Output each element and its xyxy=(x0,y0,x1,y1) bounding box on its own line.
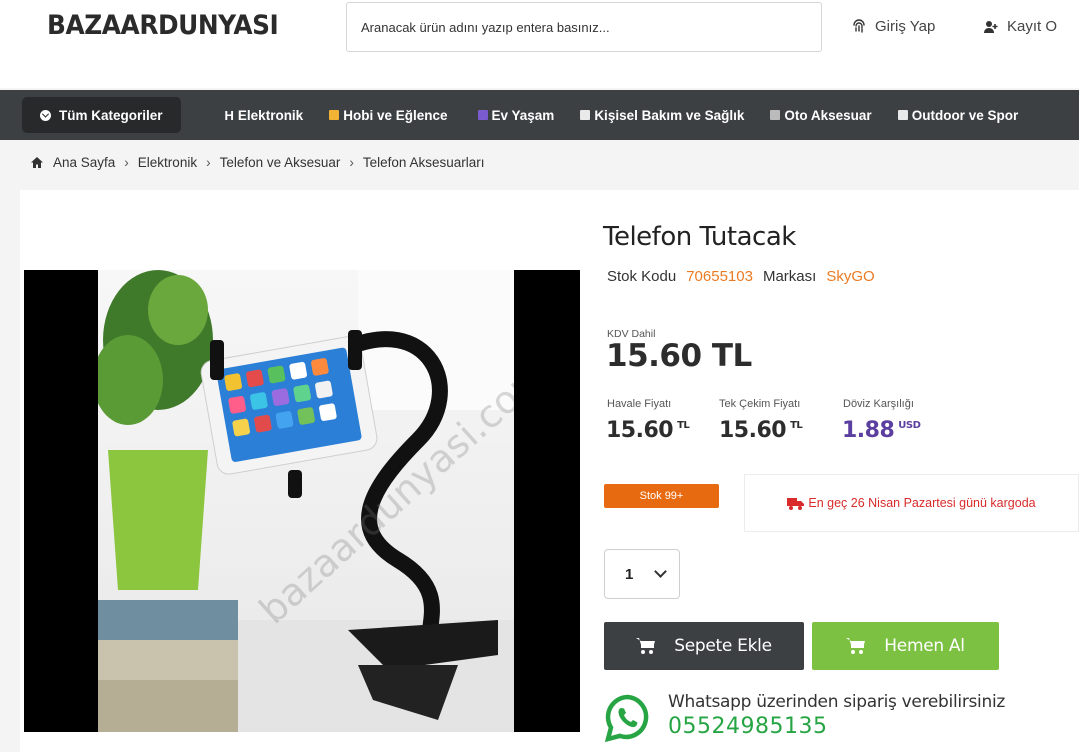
outdoor-icon xyxy=(897,110,908,120)
doviz-value: 1.88 xyxy=(842,418,895,443)
breadcrumb: Ana Sayfa › Elektronik › Telefon ve Akse… xyxy=(30,155,484,170)
breadcrumb-separator: › xyxy=(349,155,354,170)
tek-cekim-unit: TL xyxy=(790,420,803,431)
cargo-info: En geç 26 Nisan Pazartesi günü kargoda xyxy=(744,474,1079,532)
cargo-text: En geç 26 Nisan Pazartesi günü kargoda xyxy=(808,496,1036,510)
breadcrumb-elektronik[interactable]: Elektronik xyxy=(138,155,197,170)
add-to-cart-button[interactable]: Sepete Ekle xyxy=(604,622,804,670)
electronics-icon: H xyxy=(224,107,234,123)
havale-price: 15.60 TL xyxy=(606,418,690,443)
whatsapp-phone[interactable]: 05524985135 xyxy=(668,714,827,739)
nav-item-label: Hobi ve Eğlence xyxy=(343,107,448,123)
product-meta: Stok Kodu 70655103 Markası SkyGO xyxy=(607,268,875,285)
breadcrumb-separator: › xyxy=(124,155,129,170)
nav-item-ev-yasam[interactable]: Ev Yaşam xyxy=(477,107,555,123)
brand-label: Markası xyxy=(762,268,817,285)
brand-value[interactable]: SkyGO xyxy=(826,268,874,285)
product-image[interactable]: bazaardunyasi.com xyxy=(24,270,580,732)
product-title: Telefon Tutacak xyxy=(603,222,796,252)
havale-label: Havale Fiyatı xyxy=(607,398,672,410)
personal-care-icon xyxy=(580,110,591,120)
stock-code-label: Stok Kodu xyxy=(607,268,677,285)
nav-item-label: Elektronik xyxy=(237,107,304,123)
breadcrumb-separator: › xyxy=(206,155,211,170)
havale-value: 15.60 xyxy=(606,418,674,443)
chevron-down-icon xyxy=(654,565,667,578)
cart-icon xyxy=(636,638,656,654)
nav-item-label: Ev Yaşam xyxy=(491,107,555,123)
nav-item-kisisel-bakim[interactable]: Kişisel Bakım ve Sağlık xyxy=(580,108,744,123)
tek-cekim-price: 15.60 TL xyxy=(719,418,803,443)
search-input[interactable] xyxy=(346,2,822,52)
nav-item-hobi[interactable]: Hobi ve Eğlence xyxy=(329,107,448,123)
home-living-icon xyxy=(477,110,488,120)
nav-item-outdoor[interactable]: Outdoor ve Spor xyxy=(897,107,1019,123)
add-to-cart-label: Sepete Ekle xyxy=(674,636,772,656)
buy-now-button[interactable]: Hemen Al xyxy=(812,622,999,670)
nav-item-label: Kişisel Bakım ve Sağlık xyxy=(594,107,745,123)
tek-cekim-value: 15.60 xyxy=(719,418,787,443)
phone-holder-illustration xyxy=(98,270,514,732)
breadcrumb-telefon-aksesuar[interactable]: Telefon ve Aksesuar xyxy=(220,155,341,170)
nav-item-oto-aksesuar[interactable]: Oto Aksesuar xyxy=(770,107,872,123)
hobby-icon xyxy=(329,110,340,120)
register-link[interactable]: Kayıt O xyxy=(983,18,1057,35)
chevron-circle-icon xyxy=(40,109,51,121)
fingerprint-icon xyxy=(853,18,865,33)
all-categories-button[interactable]: Tüm Kategoriler xyxy=(22,97,181,133)
quantity-value: 1 xyxy=(625,565,634,583)
stock-badge: Stok 99+ xyxy=(604,484,719,508)
whatsapp-icon[interactable] xyxy=(604,694,652,742)
site-header: BAZAARDUNYASI Giriş Yap Kayıt O xyxy=(0,0,1079,88)
cart-icon xyxy=(846,638,866,654)
login-label: Giriş Yap xyxy=(875,18,936,35)
doviz-unit: USD xyxy=(898,420,921,431)
quantity-select[interactable]: 1 xyxy=(604,549,680,599)
product-photo: bazaardunyasi.com xyxy=(98,270,514,732)
stock-code-value: 70655103 xyxy=(686,268,753,285)
truck-icon xyxy=(787,497,805,510)
main-price: 15.60 TL xyxy=(606,338,752,374)
login-link[interactable]: Giriş Yap xyxy=(851,18,935,35)
register-label: Kayıt O xyxy=(1007,18,1058,35)
tek-cekim-label: Tek Çekim Fiyatı xyxy=(719,398,801,410)
site-logo[interactable]: BAZAARDUNYASI xyxy=(47,10,279,41)
breadcrumb-home[interactable]: Ana Sayfa xyxy=(53,155,115,170)
nav-item-label: Outdoor ve Spor xyxy=(911,107,1019,123)
whatsapp-text: Whatsapp üzerinden sipariş verebilirsini… xyxy=(668,692,1006,712)
doviz-label: Döviz Karşılığı xyxy=(843,398,914,410)
nav-item-label: Oto Aksesuar xyxy=(784,107,872,123)
buy-now-label: Hemen Al xyxy=(884,636,965,656)
user-plus-icon xyxy=(984,20,998,33)
home-icon xyxy=(31,157,43,168)
car-icon xyxy=(770,110,781,120)
nav-item-elektronik[interactable]: H Elektronik xyxy=(225,108,304,123)
havale-unit: TL xyxy=(677,420,690,431)
doviz-price: 1.88 USD xyxy=(842,418,921,443)
all-categories-label: Tüm Kategoriler xyxy=(59,107,163,123)
breadcrumb-telefon-aksesuarlari[interactable]: Telefon Aksesuarları xyxy=(363,155,485,170)
category-nav: Tüm Kategoriler H Elektronik Hobi ve Eğl… xyxy=(0,90,1079,140)
